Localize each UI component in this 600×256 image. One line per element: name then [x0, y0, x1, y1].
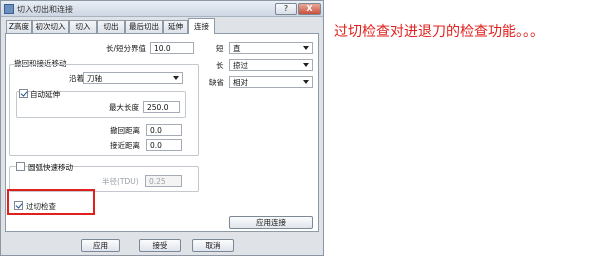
- short-select[interactable]: 直: [229, 42, 313, 54]
- default-select[interactable]: 相对: [229, 76, 313, 88]
- along-label: 沿着: [69, 74, 84, 83]
- approach-distance-label: 接近距离: [110, 141, 140, 150]
- app-icon: [4, 4, 14, 14]
- links-dialog: 切入切出和连接 ? X Z高度 初次切入 切入 切出 最后切出 延伸 连接 长/…: [0, 0, 324, 256]
- tab-final-lead-out[interactable]: 最后切出: [125, 20, 163, 33]
- along-select[interactable]: 刀轴: [83, 72, 183, 84]
- apply-button[interactable]: 应用: [81, 239, 120, 252]
- long-select-value: 掠过: [233, 61, 248, 70]
- radius-label: 半径(TDU): [102, 177, 139, 186]
- tab-extension[interactable]: 延伸: [163, 20, 188, 33]
- arc-rapid-label: 圆弧快速移动: [28, 163, 73, 172]
- auto-extend-checkbox[interactable]: [19, 89, 28, 98]
- retract-distance-label: 撤回距离: [110, 126, 140, 135]
- auto-extend-label: 自动延伸: [30, 90, 60, 99]
- radius-input[interactable]: 0.25: [145, 175, 182, 187]
- approach-distance-input[interactable]: 0.0: [146, 139, 182, 151]
- tab-lead-out[interactable]: 切出: [97, 20, 125, 33]
- apply-links-button[interactable]: 应用连接: [229, 216, 313, 229]
- chevron-down-icon: [173, 76, 179, 80]
- default-label: 缺省: [209, 78, 224, 87]
- tab-lead-in[interactable]: 切入: [69, 20, 97, 33]
- chevron-down-icon: [303, 80, 309, 84]
- title-bar: 切入切出和连接 ? X: [1, 1, 323, 17]
- short-label: 短: [216, 44, 224, 53]
- tab-initial-lead-in[interactable]: 初次切入: [32, 20, 69, 33]
- chevron-down-icon: [303, 46, 309, 50]
- highlight-box: [7, 189, 95, 215]
- close-button[interactable]: X: [298, 3, 321, 15]
- annotation-text: 过切检查对进退刀的检查功能。。。: [334, 24, 544, 40]
- long-short-threshold-label: 长/短分界值: [106, 44, 147, 53]
- default-select-value: 相对: [233, 78, 248, 87]
- retract-distance-input[interactable]: 0.0: [146, 124, 182, 136]
- tab-z-height[interactable]: Z高度: [6, 20, 32, 33]
- help-button[interactable]: ?: [275, 3, 297, 15]
- chevron-down-icon: [303, 63, 309, 67]
- long-short-threshold-input[interactable]: 10.0: [150, 42, 194, 54]
- max-length-label: 最大长度: [109, 103, 139, 112]
- window-title: 切入切出和连接: [17, 5, 73, 14]
- accept-button[interactable]: 接受: [139, 239, 181, 252]
- along-select-value: 刀轴: [87, 74, 102, 83]
- arc-rapid-checkbox[interactable]: [16, 162, 25, 171]
- cancel-button[interactable]: 取消: [192, 239, 234, 252]
- long-select[interactable]: 掠过: [229, 59, 313, 71]
- short-select-value: 直: [233, 44, 241, 53]
- long-label: 长: [216, 61, 224, 70]
- max-length-input[interactable]: 250.0: [143, 101, 180, 113]
- tab-links[interactable]: 连接: [188, 18, 215, 34]
